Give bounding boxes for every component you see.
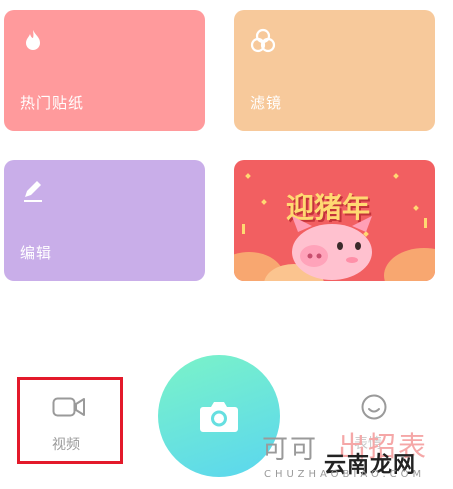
video-tab[interactable]: 视频 — [24, 384, 120, 460]
edit-label: 编辑 — [20, 244, 53, 262]
camera-icon — [200, 402, 238, 432]
watermark-left-text: 可可 — [262, 435, 319, 465]
flame-icon — [26, 30, 40, 50]
smile-icon — [361, 394, 387, 420]
pig-mascot-icon — [292, 216, 372, 280]
hot-stickers-label: 热门贴纸 — [20, 94, 85, 112]
filters-card[interactable]: 滤镜 — [234, 10, 435, 131]
hot-stickers-card[interactable]: 热门贴纸 — [4, 10, 205, 131]
filter-circles-icon — [250, 28, 276, 53]
video-tab-label: 视频 — [52, 437, 80, 453]
watermark-domain-text: CHUZHAOBIAO.COM — [264, 469, 426, 480]
filters-label: 滤镜 — [250, 94, 283, 112]
edit-card[interactable]: 编辑 — [4, 160, 205, 281]
watermark: 可可 出招表 云南龙网 CHUZHAOBIAO.COM — [262, 425, 452, 487]
pencil-icon — [24, 181, 42, 202]
video-camera-icon — [52, 397, 85, 417]
new-year-promo-card[interactable]: 迎猪年 — [234, 160, 435, 281]
